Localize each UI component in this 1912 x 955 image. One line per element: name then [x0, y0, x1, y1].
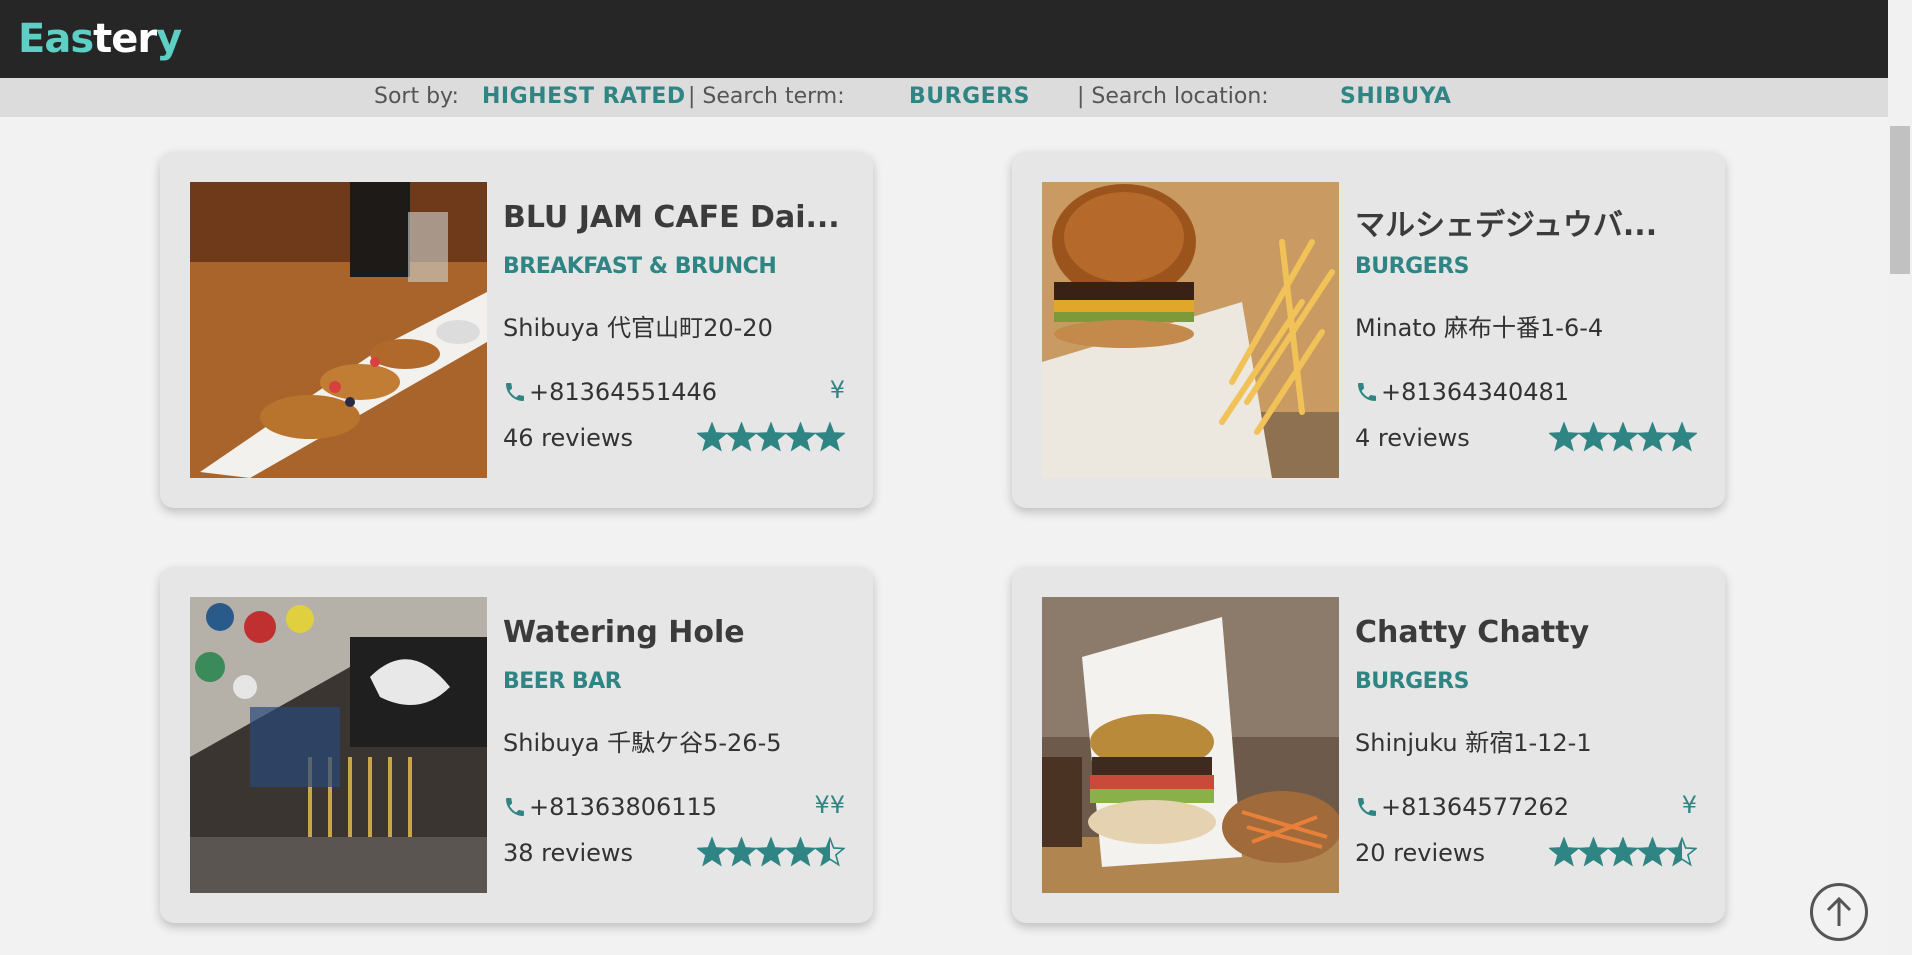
star-icon-fill: [1550, 423, 1578, 450]
search-term-value[interactable]: BURGERS: [909, 84, 1030, 109]
restaurant-photo: [1042, 597, 1339, 893]
review-count: 4 reviews: [1355, 424, 1470, 452]
scrollbar-thumb[interactable]: [1890, 126, 1910, 274]
star-icon-fill: [1668, 423, 1696, 450]
price-level: ¥: [1681, 791, 1697, 819]
restaurant-photo: [190, 597, 487, 893]
sort-value[interactable]: HIGHEST RATED: [482, 84, 686, 109]
restaurant-photo: [1042, 182, 1339, 478]
star-icon-fill: [727, 838, 756, 865]
star-icon-fill: [1638, 838, 1667, 865]
star-rating: [697, 422, 845, 452]
page-scrollbar[interactable]: [1888, 0, 1912, 955]
restaurant-phone: +81364340481: [1355, 378, 1569, 406]
restaurant-address: Shinjuku 新宿1-12-1: [1355, 729, 1592, 757]
restaurant-category: BREAKFAST & BRUNCH: [503, 254, 777, 279]
star-rating: [697, 837, 845, 867]
phone-icon: [1358, 798, 1376, 816]
star-icon-fill: [757, 838, 785, 865]
eastery-logo[interactable]: Eastery: [18, 16, 182, 62]
restaurant-name[interactable]: マルシェデジュウバ...: [1355, 200, 1700, 244]
star-icon-fill: [786, 423, 815, 450]
logo-part-3: y: [156, 16, 182, 62]
star-rating: [1549, 422, 1697, 452]
review-count: 46 reviews: [503, 424, 634, 452]
star-icon-fill: [698, 423, 726, 450]
price-level: ¥: [829, 376, 845, 404]
star-icon-fill: [1609, 838, 1637, 865]
phone-icon: [1358, 383, 1376, 401]
price-level: ¥¥: [814, 791, 845, 819]
phone-icon: [506, 383, 524, 401]
star-icon-fill: [1579, 838, 1608, 865]
restaurant-address: Shibuya 代官山町20-20: [503, 314, 773, 342]
restaurant-card[interactable]: Chatty Chatty BURGERS Shinjuku 新宿1-12-1 …: [1012, 567, 1725, 923]
restaurant-phone: +81364577262: [1355, 793, 1569, 821]
star-icon-fill: [1638, 423, 1667, 450]
restaurant-category: BURGERS: [1355, 669, 1469, 694]
star-icon-fill: [1609, 423, 1637, 450]
restaurant-name[interactable]: Chatty Chatty: [1355, 615, 1700, 650]
restaurant-photo: [190, 182, 487, 478]
restaurant-category: BEER BAR: [503, 669, 622, 694]
phone-number: +81364577262: [1381, 793, 1570, 821]
star-icon-fill: [816, 423, 844, 450]
restaurant-phone: +81364551446: [503, 378, 717, 406]
star-icon-fill: [1550, 838, 1578, 865]
star-icon-fill: [698, 838, 726, 865]
arrow-up-circle-icon: [1826, 896, 1852, 926]
restaurant-card[interactable]: マルシェデジュウバ... BURGERS Minato 麻布十番1-6-4 +8…: [1012, 152, 1725, 508]
back-to-top-button[interactable]: [1810, 883, 1868, 941]
star-icon-fill: [757, 423, 785, 450]
restaurant-address: Shibuya 千駄ケ谷5-26-5: [503, 729, 782, 757]
review-count: 20 reviews: [1355, 839, 1486, 867]
restaurant-phone: +81363806115: [503, 793, 717, 821]
restaurant-card[interactable]: BLU JAM CAFE Dai... BREAKFAST & BRUNCH S…: [160, 152, 873, 508]
top-navbar: Eastery: [0, 0, 1888, 78]
restaurant-card[interactable]: Watering Hole BEER BAR Shibuya 千駄ケ谷5-26-…: [160, 567, 873, 923]
phone-number: +81364340481: [1381, 378, 1570, 406]
star-icon-fill: [727, 423, 756, 450]
phone-number: +81363806115: [529, 793, 718, 821]
sort-label: Sort by:: [374, 84, 459, 109]
search-term-label: | Search term:: [688, 84, 845, 109]
phone-number: +81364551446: [529, 378, 718, 406]
search-location-value[interactable]: SHIBUYA: [1340, 84, 1451, 109]
restaurant-category: BURGERS: [1355, 254, 1469, 279]
restaurant-name[interactable]: BLU JAM CAFE Dai...: [503, 200, 848, 235]
restaurant-address: Minato 麻布十番1-6-4: [1355, 314, 1604, 342]
logo-part-2: ter: [93, 16, 157, 62]
phone-icon: [506, 798, 524, 816]
search-summary-bar: Sort by: HIGHEST RATED | Search term: BU…: [0, 78, 1888, 117]
star-rating: [1549, 837, 1697, 867]
review-count: 38 reviews: [503, 839, 634, 867]
star-icon-fill: [786, 838, 815, 865]
star-icon-fill: [1579, 423, 1608, 450]
logo-part-1: Eas: [18, 16, 94, 62]
restaurant-name[interactable]: Watering Hole: [503, 615, 848, 650]
search-location-label: | Search location:: [1077, 84, 1269, 109]
